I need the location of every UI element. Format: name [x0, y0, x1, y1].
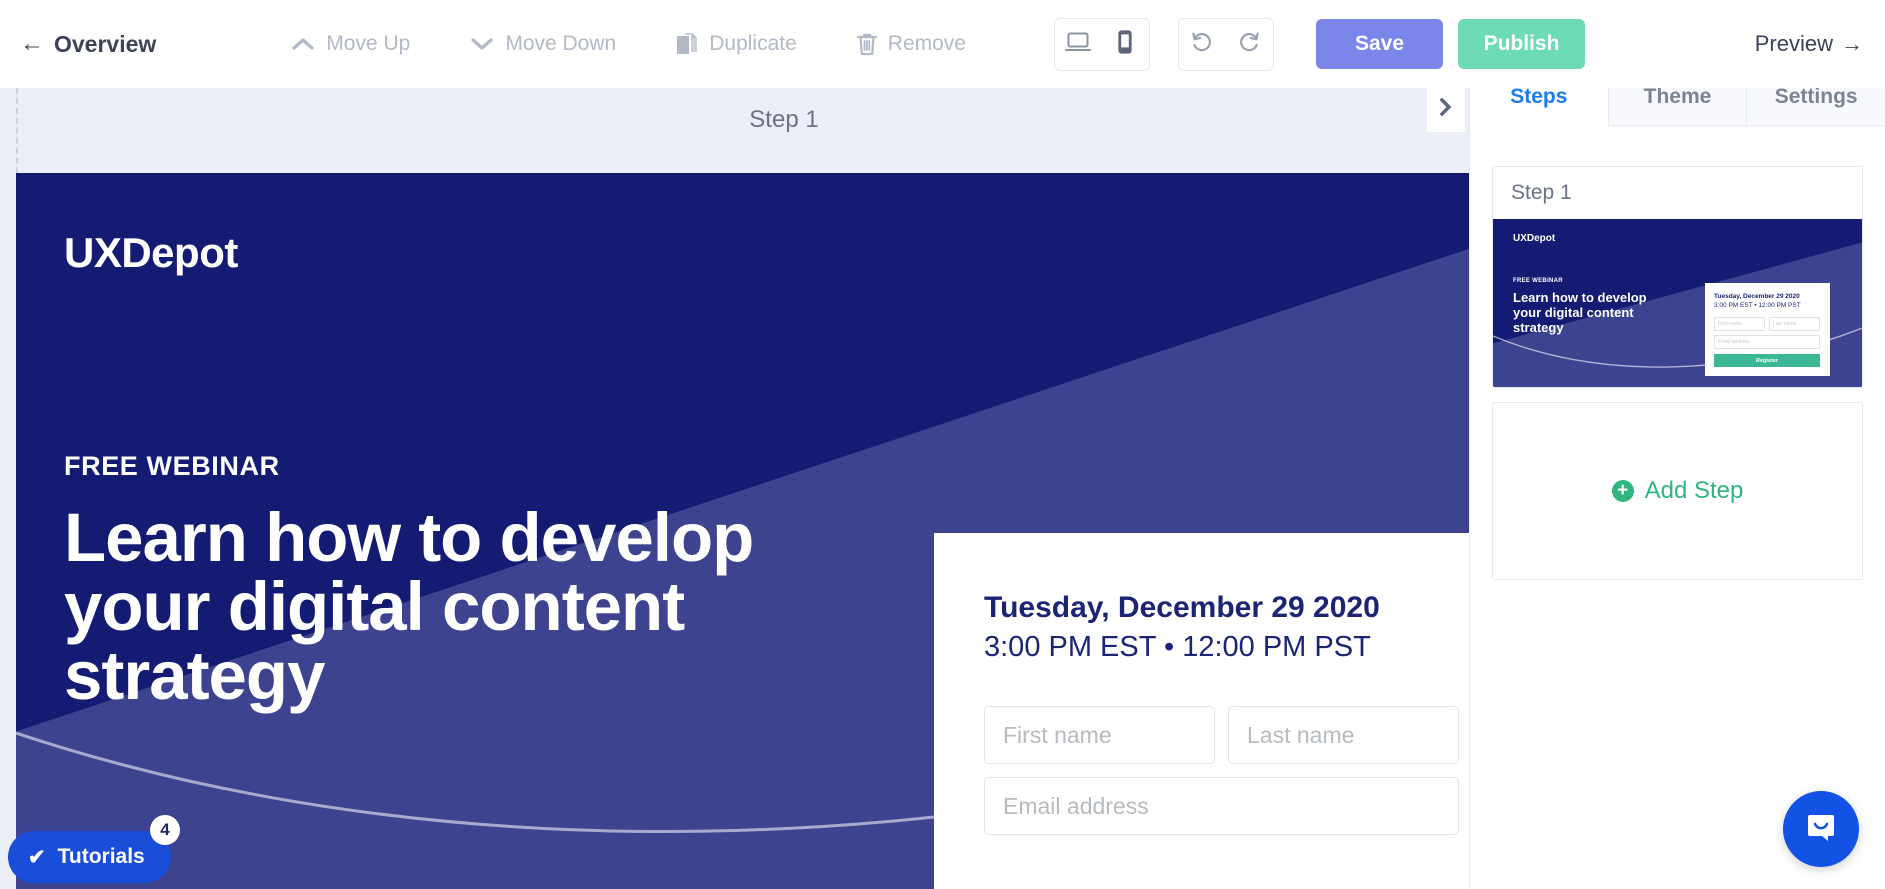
preview-link[interactable]: Preview → [1755, 31, 1863, 57]
toolbar-actions: Move Up Move Down Duplicate Remove [291, 32, 1026, 56]
slide-eyebrow: FREE WEBINAR [64, 451, 280, 481]
thumbnail-last-name-input: Last name [1769, 317, 1820, 331]
desktop-icon [1065, 31, 1092, 58]
top-toolbar: ← Overview Move Up Move Down Duplicate R… [0, 0, 1885, 88]
thumbnail-eyebrow: FREE WEBINAR [1513, 278, 1563, 284]
remove-button[interactable]: Remove [856, 32, 966, 56]
device-toggle-group [1053, 17, 1150, 71]
thumbnail-first-name-input: First name [1714, 317, 1765, 331]
overview-label: Overview [54, 30, 157, 57]
duplicate-label: Duplicate [709, 32, 797, 55]
back-arrow-icon: ← [20, 30, 44, 57]
duplicate-icon [676, 32, 698, 56]
thumbnail-brand: UXDepot [1513, 233, 1556, 244]
trash-icon [856, 32, 877, 56]
move-down-button[interactable]: Move Down [470, 32, 616, 56]
chevron-right-icon [1437, 96, 1455, 123]
slide-preview[interactable]: UXDepot FREE WEBINAR Learn how to develo… [16, 173, 1568, 889]
mobile-view-button[interactable] [1102, 19, 1149, 70]
step-card-1[interactable]: Step 1 UXDepot FREE WEBINAR Learn how to… [1492, 166, 1863, 388]
save-button[interactable]: Save [1315, 19, 1443, 69]
check-icon: ✔ [28, 845, 46, 869]
publish-button[interactable]: Publish [1457, 19, 1585, 69]
tutorials-button[interactable]: ✔ Tutorials [8, 831, 171, 883]
move-up-label: Move Up [326, 32, 411, 55]
last-name-input[interactable] [1228, 706, 1459, 764]
preview-label: Preview [1754, 31, 1833, 56]
thumbnail-webinar-date: Tuesday, December 29 2020 [1714, 293, 1800, 300]
undo-icon [1190, 31, 1214, 58]
arrow-right-icon: → [1841, 31, 1863, 56]
thumbnail-register-button: Register [1714, 354, 1820, 367]
collapse-panel-button[interactable] [1427, 86, 1465, 132]
thumbnail-name-row: First name Last name [1714, 317, 1821, 331]
duplicate-button[interactable]: Duplicate [676, 32, 797, 56]
canvas-step-label: Step 1 [749, 106, 819, 133]
undo-button[interactable] [1179, 19, 1226, 70]
slide-headline: Learn how to develop your digital conten… [64, 499, 754, 714]
step-thumbnail: UXDepot FREE WEBINAR Learn how to develo… [1493, 219, 1862, 387]
add-step-button[interactable]: + Add Step [1492, 402, 1863, 580]
thumbnail-headline: Learn how to develop your digital conten… [1513, 290, 1647, 335]
step-card-title: Step 1 [1511, 181, 1572, 204]
desktop-view-button[interactable] [1055, 19, 1102, 70]
thumbnail-email-input: Email address [1714, 335, 1820, 349]
panel-content: Step 1 UXDepot FREE WEBINAR Learn how to… [1470, 126, 1885, 580]
tutorials-count-badge: 4 [150, 815, 180, 845]
right-side-panel: Steps Theme Settings Step 1 UXDepot FREE… [1469, 68, 1885, 889]
webinar-date: Tuesday, December 29 2020 [984, 591, 1380, 624]
chevron-down-icon [470, 35, 494, 53]
tutorials-label: Tutorials [57, 845, 145, 868]
move-down-label: Move Down [505, 32, 617, 55]
back-to-overview-button[interactable]: ← Overview [20, 31, 156, 58]
name-fields-row [984, 706, 1459, 764]
move-up-button[interactable]: Move Up [291, 32, 410, 56]
redo-icon [1237, 31, 1261, 58]
first-name-input[interactable] [984, 706, 1215, 764]
add-step-label: Add Step [1644, 477, 1744, 504]
registration-card: Tuesday, December 29 2020 3:00 PM EST • … [934, 533, 1494, 889]
thumbnail-registration-card: Tuesday, December 29 2020 3:00 PM EST • … [1705, 283, 1830, 376]
remove-label: Remove [887, 32, 966, 55]
slide-brand: UXDepot [64, 229, 238, 276]
email-input[interactable] [984, 777, 1459, 835]
editor-canvas: Step 1 UXDepot FREE WEBINAR Learn how to… [0, 68, 1568, 889]
webinar-time: 3:00 PM EST • 12:00 PM PST [984, 631, 1371, 663]
mobile-icon [1117, 29, 1133, 59]
redo-button[interactable] [1226, 19, 1273, 70]
thumbnail-webinar-time: 3:00 PM EST • 12:00 PM PST [1714, 302, 1801, 309]
plus-circle-icon: + [1611, 480, 1634, 502]
chevron-up-icon [291, 35, 315, 53]
chat-bubble-icon [1802, 808, 1840, 851]
intercom-chat-button[interactable] [1783, 791, 1859, 867]
history-group [1177, 17, 1274, 71]
